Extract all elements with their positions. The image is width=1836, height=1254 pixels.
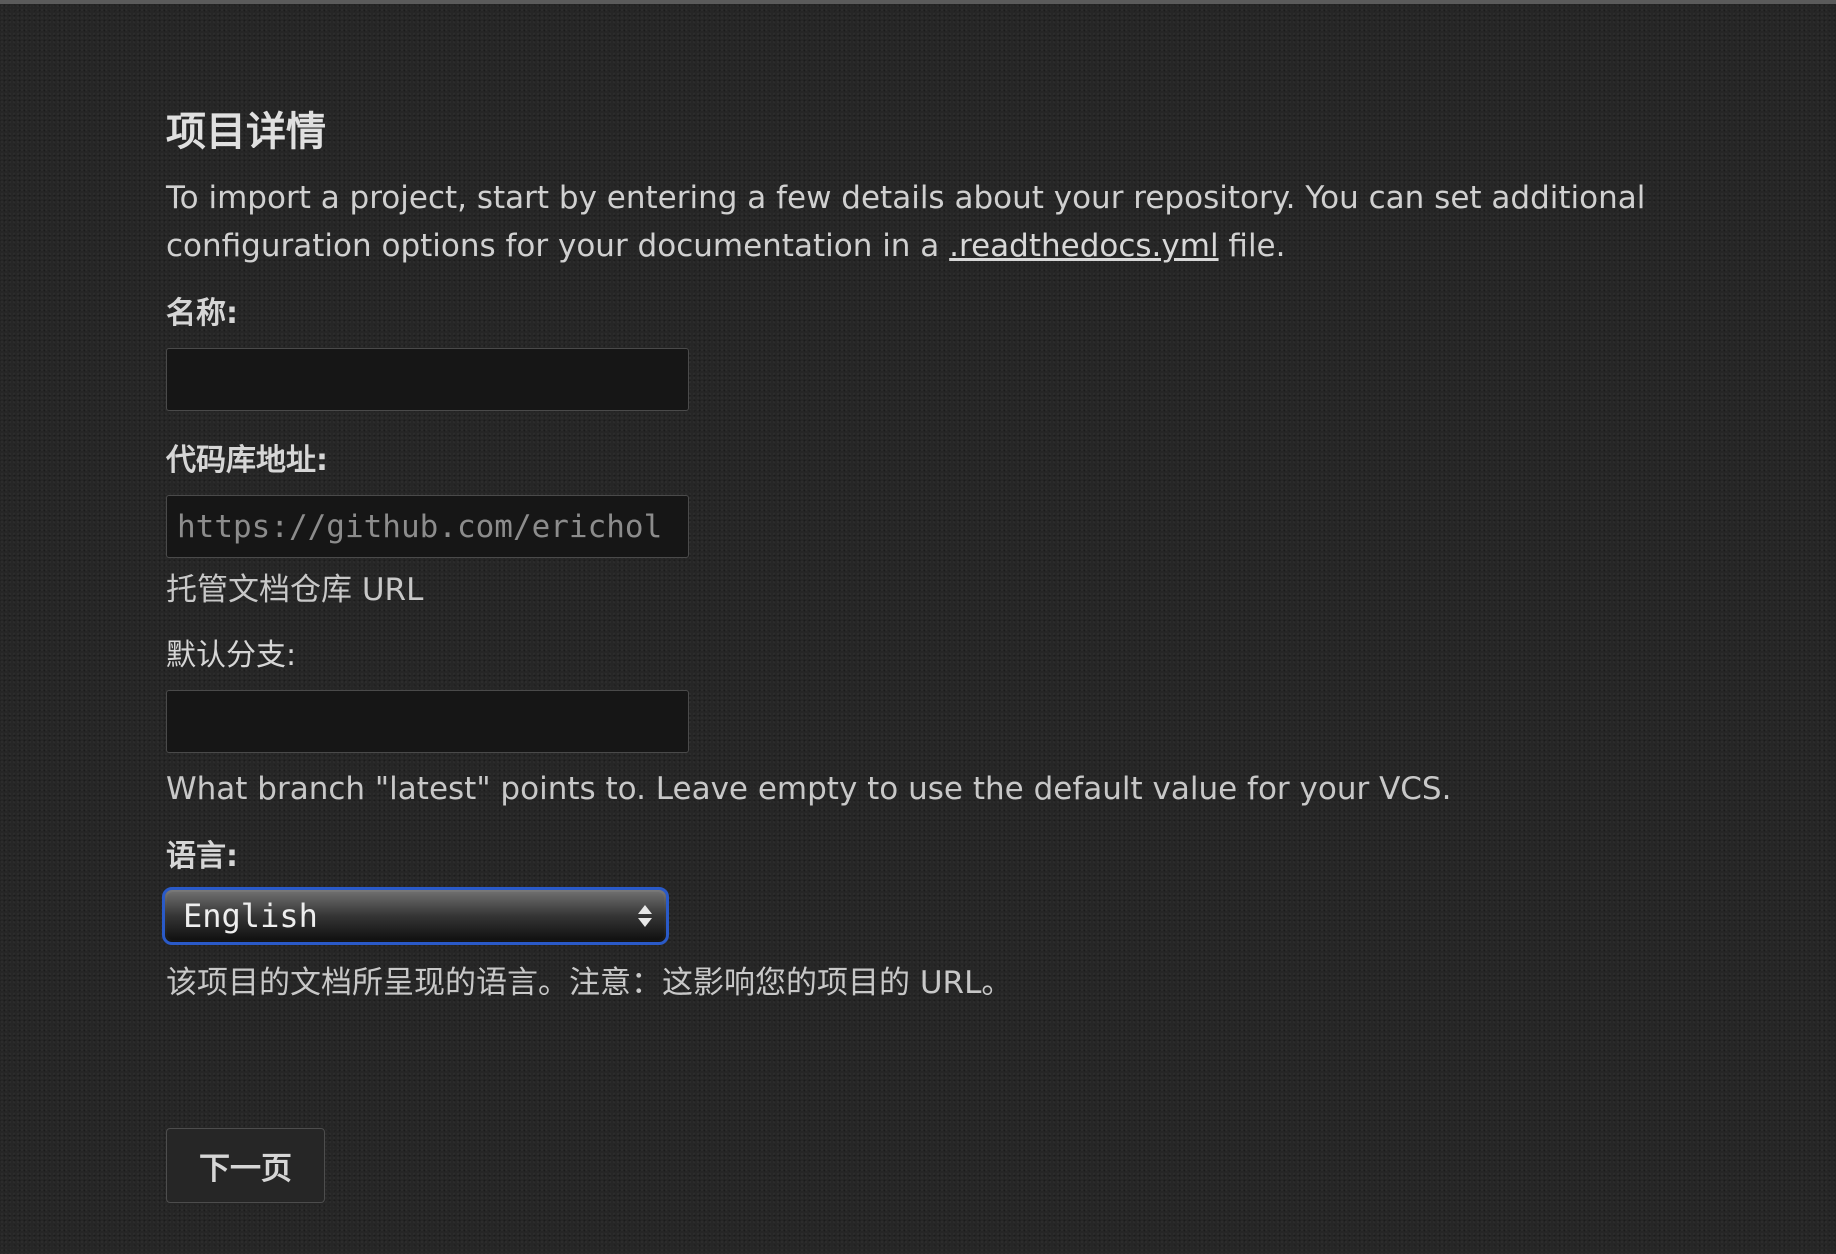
default-branch-label: 默认分支: [166, 638, 297, 673]
repo-url-input[interactable] [166, 495, 689, 558]
arrow-up-icon [638, 905, 652, 914]
language-select-value: English [167, 892, 664, 940]
project-details-form: 项目详情 To import a project, start by enter… [162, 100, 1806, 1003]
default-branch-input[interactable] [166, 690, 689, 753]
select-arrows-icon [638, 905, 652, 927]
language-label: 语言: [166, 839, 238, 874]
window-top-border [0, 0, 1836, 4]
next-page-button[interactable]: 下一页 [166, 1128, 325, 1203]
language-help: 该项目的文档所呈现的语言。注意：这影响您的项目的 URL。 [166, 965, 1013, 1001]
repo-url-help: 托管文档仓库 URL [166, 572, 424, 608]
name-field-group: 名称: [166, 294, 1806, 411]
readthedocs-yml-link[interactable]: .readthedocs.yml [949, 228, 1218, 264]
name-label: 名称: [166, 296, 238, 331]
repo-field-group: 代码库地址: 托管文档仓库 URL [166, 441, 1806, 610]
repo-url-label: 代码库地址: [166, 443, 328, 478]
name-input[interactable] [166, 348, 689, 411]
intro-text-part: To import a project, start by entering a… [166, 180, 1646, 264]
arrow-down-icon [638, 918, 652, 927]
branch-field-group: 默认分支: What branch "latest" points to. Le… [166, 636, 1806, 809]
page-title: 项目详情 [166, 109, 326, 155]
language-field-group: 语言: English 该项目的文档所呈现的语言。注意：这影响您的项目的 URL… [162, 837, 1806, 1003]
language-select[interactable]: English [162, 887, 669, 945]
intro-text-end: file. [1218, 228, 1286, 264]
intro-text: To import a project, start by entering a… [166, 174, 1766, 270]
default-branch-help: What branch "latest" points to. Leave em… [166, 771, 1452, 807]
